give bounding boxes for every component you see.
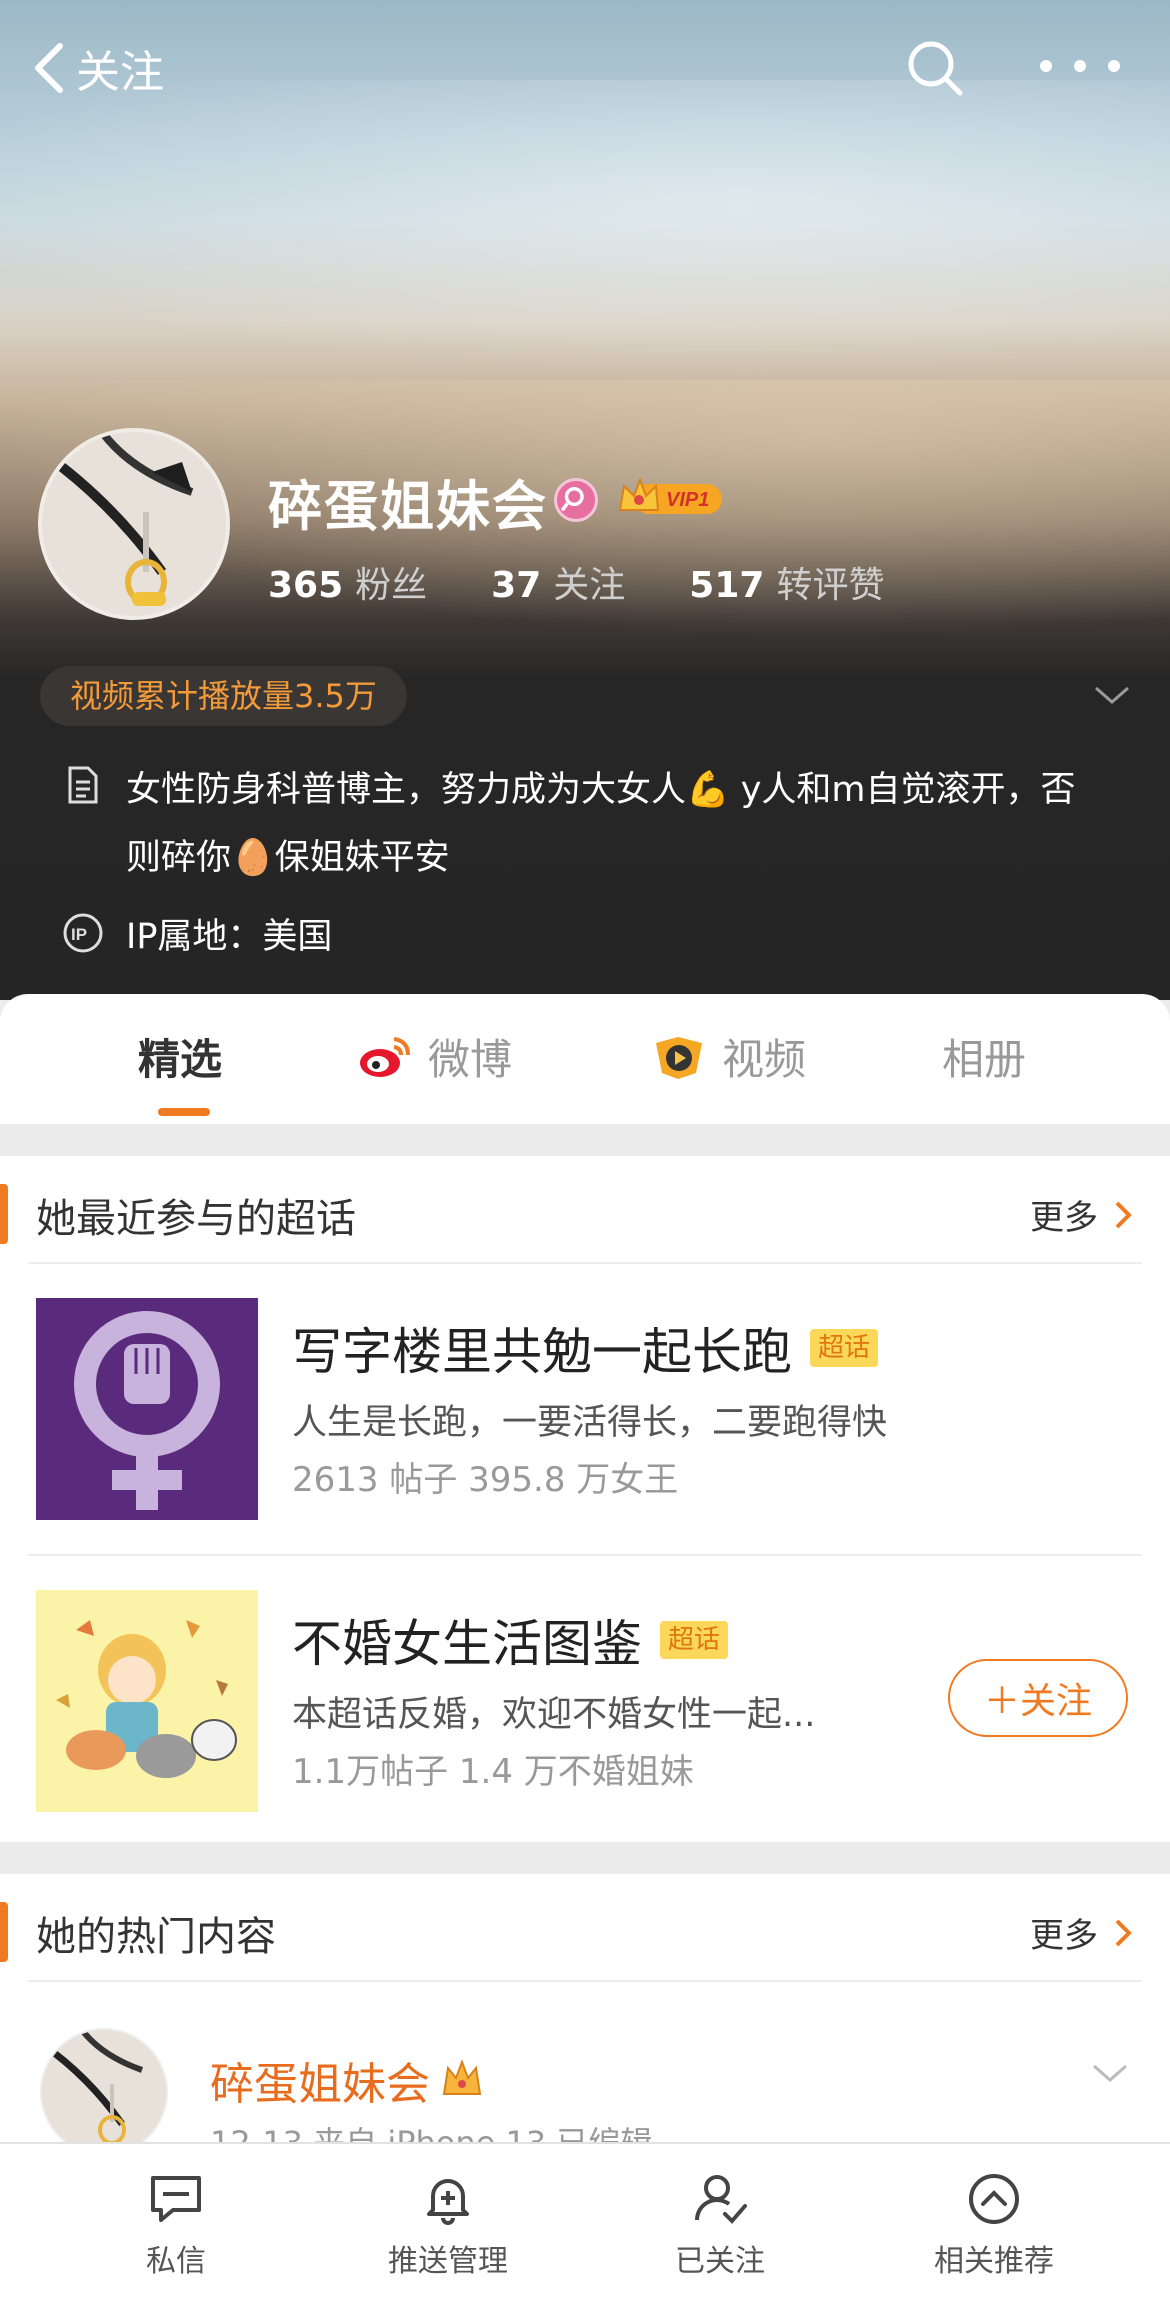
chevron-right-icon	[1115, 1919, 1132, 1946]
top-nav-bar: 关注	[0, 30, 1170, 110]
tab-label: 视频	[722, 1035, 807, 1084]
cartoon-girl-cats-image	[36, 1590, 258, 1812]
vip-label: VIP1	[666, 489, 709, 511]
follow-topic-button[interactable]: ＋关注	[948, 1659, 1128, 1737]
stat-following[interactable]: 37 关注	[491, 556, 625, 608]
tab-featured[interactable]: 精选	[138, 1026, 222, 1087]
vip-crown-icon	[442, 2060, 482, 2095]
topic-description: 人生是长跑，一要活得长，二要跑得快	[292, 1403, 888, 1443]
chevron-right-icon	[1115, 1201, 1132, 1228]
video-play-count-badge[interactable]: 视频累计播放量3.5万	[40, 666, 407, 726]
bottom-action-bar: 私信 推送管理 已关注 相关推荐	[0, 2142, 1170, 2317]
tab-label: 精选	[138, 1035, 223, 1084]
chevron-circle-icon	[969, 2174, 1019, 2224]
back-button[interactable]: 关注	[30, 36, 164, 100]
weibo-icon	[360, 1036, 410, 1077]
section-header: 她最近参与的超话 更多	[0, 1156, 1142, 1264]
stat-label: 转评赞	[776, 565, 885, 606]
stat-interactions[interactable]: 517 转评赞	[689, 556, 884, 608]
more-label: 更多	[1030, 1198, 1098, 1238]
message-button[interactable]: 私信	[76, 2170, 276, 2280]
more-link[interactable]: 更多	[1030, 1908, 1134, 1957]
topic-title-text: 写字楼里共勉一起长跑	[292, 1323, 792, 1381]
topic-thumbnail	[36, 1298, 258, 1520]
tab-weibo[interactable]: 微博	[356, 1026, 512, 1087]
profile-tabs: 精选 微博 视频 相册	[0, 994, 1170, 1124]
bottom-bar-label: 推送管理	[388, 2244, 508, 2279]
tab-album[interactable]: 相册	[942, 1026, 1026, 1087]
chevron-down-icon[interactable]	[1090, 680, 1134, 710]
bottom-bar-label: 已关注	[675, 2244, 765, 2279]
topic-title: 不婚女生活图鉴 超话	[292, 1604, 729, 1676]
ip-location-icon: IP	[63, 913, 103, 953]
active-tab-indicator	[158, 1108, 210, 1116]
recommendations-button[interactable]: 相关推荐	[894, 2170, 1094, 2280]
section-header: 她的热门内容 更多	[0, 1874, 1142, 1982]
push-settings-button[interactable]: 推送管理	[348, 2170, 548, 2280]
more-link[interactable]: 更多	[1030, 1190, 1134, 1239]
topic-thumbnail	[36, 1590, 258, 1812]
topic-title-text: 不婚女生活图鉴	[292, 1615, 642, 1673]
document-icon	[68, 766, 98, 804]
profile-name: 碎蛋姐妹会	[268, 475, 548, 538]
profile-stats: 365 粉丝 37 关注 517 转评赞	[268, 556, 948, 608]
stat-value: 365	[268, 565, 344, 606]
bottom-bar-label: 相关推荐	[934, 2244, 1054, 2279]
avatar-image	[42, 2030, 166, 2142]
back-label: 关注	[76, 47, 164, 98]
female-gender-icon	[554, 478, 598, 522]
section-accent-bar	[0, 1184, 8, 1244]
chevron-left-icon	[35, 43, 63, 93]
message-icon	[151, 2176, 201, 2222]
more-options-icon[interactable]	[1040, 46, 1120, 86]
post-meta: 12-13 来自 iPhone 13 已编辑	[210, 2118, 652, 2142]
post-author-avatar[interactable]	[40, 2028, 168, 2142]
feminist-fist-icon	[36, 1298, 258, 1520]
post-author-name[interactable]: 碎蛋姐妹会	[210, 2048, 484, 2112]
svg-text:IP: IP	[71, 925, 87, 944]
hot-content-section: 她的热门内容 更多 碎蛋姐妹会 12-13 来自 iPhone 1	[0, 1874, 1170, 2142]
vip-crown-icon: VIP1	[618, 477, 722, 514]
ip-location: IP属地：美国	[126, 917, 333, 957]
tab-video[interactable]: 视频	[650, 1026, 806, 1087]
tab-label: 微博	[428, 1035, 513, 1084]
section-accent-bar	[0, 1902, 8, 1962]
topic-meta: 1.1万帖子 1.4 万不婚姐妹	[292, 1752, 694, 1792]
stat-value: 517	[689, 565, 765, 606]
stat-label: 粉丝	[355, 565, 428, 606]
cover-sky	[0, 80, 1170, 380]
profile-bio: 女性防身科普博主，努力成为大女人💪 y人和m自觉滚开，否则碎你🥚保姐妹平安	[126, 770, 1076, 878]
profile-cover: 关注 碎蛋姐妹会 VIP1 365 粉丝 37 关注 517 转评赞 视频累计播…	[0, 0, 1170, 1000]
bell-plus-icon	[427, 2179, 469, 2225]
topic-description: 本超话反婚，欢迎不婚女性一起...	[292, 1695, 816, 1735]
super-topic-tag: 超话	[810, 1329, 879, 1367]
chevron-down-icon[interactable]	[1088, 2058, 1132, 2088]
post-card[interactable]: 碎蛋姐妹会 12-13 来自 iPhone 13 已编辑	[28, 1982, 1142, 2142]
stat-followers[interactable]: 365 粉丝	[268, 556, 427, 608]
bottom-bar-label: 私信	[146, 2244, 206, 2279]
search-icon[interactable]	[905, 38, 965, 98]
super-topic-item[interactable]: 写字楼里共勉一起长跑 超话 人生是长跑，一要活得长，二要跑得快 2613 帖子 …	[28, 1264, 1142, 1554]
profile-avatar[interactable]	[38, 428, 230, 620]
section-title: 她的热门内容	[36, 1914, 276, 1960]
super-topic-item[interactable]: 不婚女生活图鉴 超话 本超话反婚，欢迎不婚女性一起... 1.1万帖子 1.4 …	[28, 1554, 1142, 1844]
super-topics-section: 她最近参与的超话 更多 写字楼里共勉一起长跑 超话 人生是长跑，一要活得长，二要…	[0, 1156, 1170, 1842]
more-label: 更多	[1030, 1916, 1098, 1956]
section-title: 她最近参与的超话	[36, 1196, 356, 1242]
stat-value: 37	[491, 565, 542, 606]
user-check-icon	[695, 2175, 747, 2224]
topic-meta: 2613 帖子 395.8 万女王	[292, 1460, 679, 1500]
video-icon	[656, 1036, 702, 1079]
author-name-text: 碎蛋姐妹会	[210, 2059, 430, 2110]
avatar-image	[42, 432, 226, 616]
topic-title: 写字楼里共勉一起长跑 超话	[292, 1312, 879, 1384]
tab-label: 相册	[942, 1035, 1027, 1084]
stat-label: 关注	[553, 565, 626, 606]
followed-button[interactable]: 已关注	[620, 2170, 820, 2280]
super-topic-tag: 超话	[660, 1621, 729, 1659]
